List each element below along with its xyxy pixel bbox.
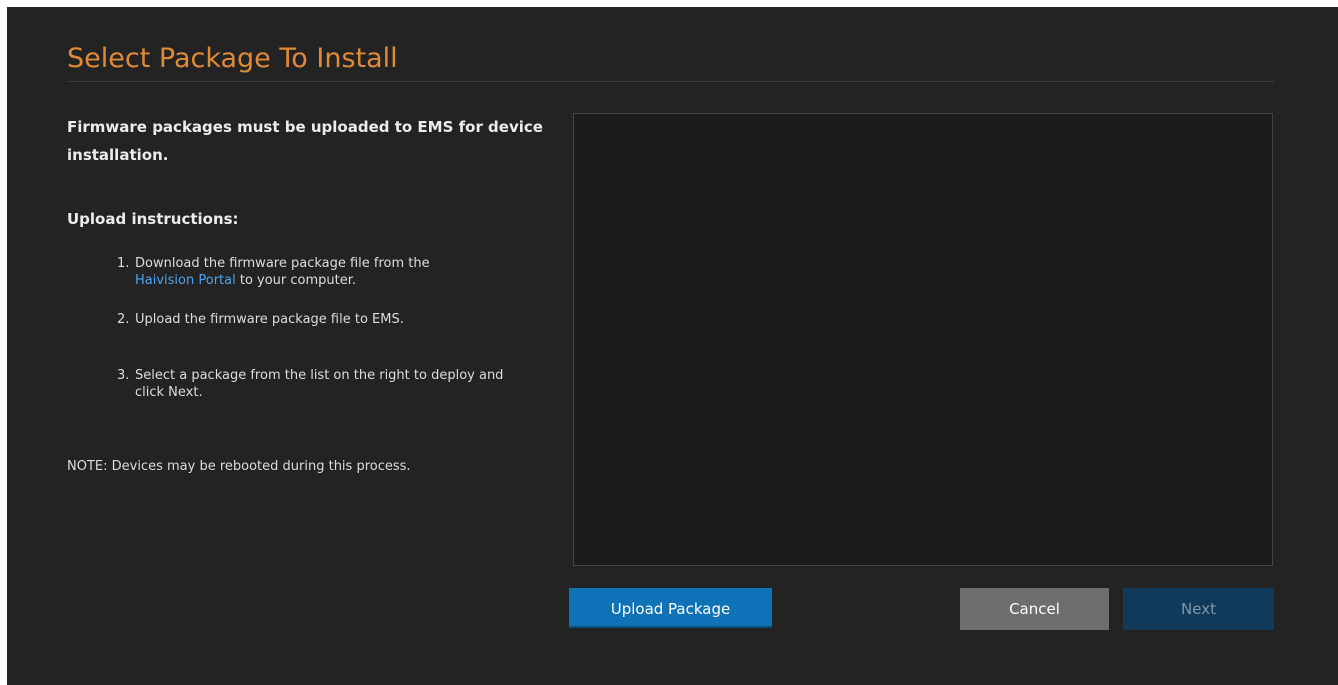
step-number: 1.: [117, 256, 130, 271]
reboot-note: NOTE: Devices may be rebooted during thi…: [67, 459, 411, 474]
step-text-suffix: to your computer.: [235, 273, 357, 288]
next-button[interactable]: Next: [1123, 588, 1274, 630]
instruction-step-2: 2. Upload the firmware package file to E…: [117, 311, 517, 328]
package-list[interactable]: [573, 113, 1273, 566]
dialog-title: Select Package To Install: [67, 43, 398, 74]
step-text: Upload the firmware package file to EMS.: [135, 312, 404, 327]
title-divider: [67, 81, 1274, 82]
instruction-step-1: 1. Download the firmware package file fr…: [117, 255, 517, 289]
cancel-button[interactable]: Cancel: [960, 588, 1109, 630]
intro-text: Firmware packages must be uploaded to EM…: [67, 118, 543, 164]
instructions-panel: Firmware packages must be uploaded to EM…: [67, 113, 547, 474]
step-text: Download the firmware package file from …: [135, 256, 430, 271]
step-number: 3.: [117, 368, 130, 383]
select-package-dialog: Select Package To Install Firmware packa…: [7, 7, 1338, 685]
upload-package-button[interactable]: Upload Package: [569, 588, 772, 628]
instruction-step-3: 3. Select a package from the list on the…: [117, 367, 512, 401]
step-text: Select a package from the list on the ri…: [135, 368, 504, 400]
haivision-portal-link[interactable]: Haivision Portal: [135, 273, 236, 288]
upload-instructions-heading: Upload instructions:: [67, 210, 239, 228]
step-number: 2.: [117, 312, 130, 327]
